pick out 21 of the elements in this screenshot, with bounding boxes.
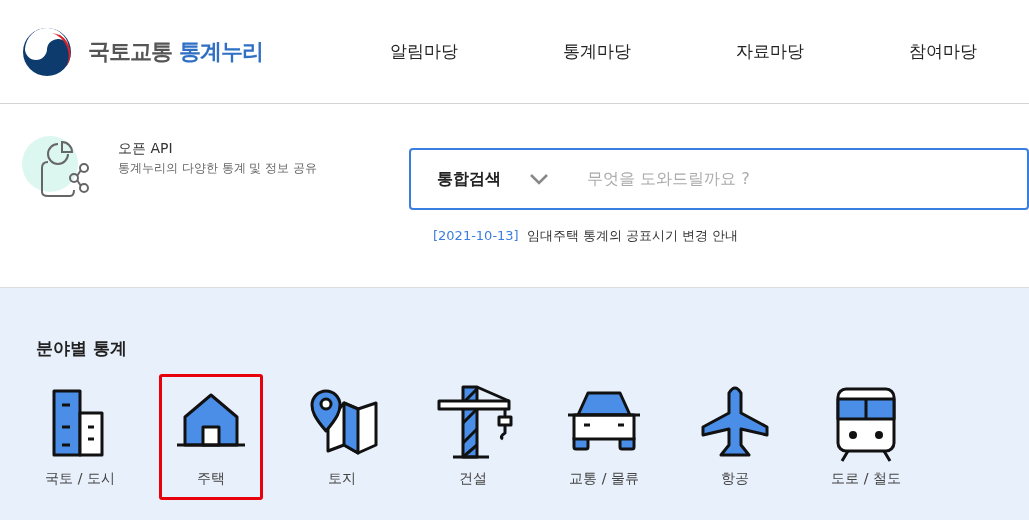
chevron-down-icon[interactable] [529, 173, 549, 185]
nav-link[interactable]: 알림마당 [337, 38, 510, 65]
notice-date: [2021-10-13] [433, 227, 519, 245]
site-logo-text[interactable]: 국토교통 통계누리 [88, 35, 263, 68]
logo-icon [22, 26, 72, 77]
category-button[interactable]: 교통 / 물류 [552, 373, 656, 500]
nav-link[interactable]: 자료마당 [683, 38, 856, 65]
category-button[interactable]: 주택 [159, 373, 263, 500]
nav-link[interactable]: 참여마당 [856, 38, 1029, 65]
category-button[interactable]: 토지 [290, 373, 394, 500]
notice-link[interactable]: 임대주택 통계의 공표시기 변경 안내 [526, 226, 739, 246]
category-button[interactable]: 도로 / 철도 [814, 373, 918, 500]
nav-link[interactable]: 통계마당 [510, 38, 683, 65]
section-title: 분야별 통계 [36, 337, 128, 360]
category-button[interactable]: 건설 [421, 373, 525, 500]
search-scope-dropdown[interactable]: 통합검색 [437, 167, 501, 191]
search-field[interactable]: 통합검색 무엇을 도와드릴까요 ? [409, 148, 1029, 210]
category-button[interactable]: 항공 [683, 373, 787, 500]
open-api-title[interactable]: 오픈 API [118, 138, 318, 159]
category-button[interactable]: 국토 / 도시 [28, 373, 132, 500]
open-api-description: 통계누리의 다양한 통계 및 정보 공유 [118, 160, 318, 177]
